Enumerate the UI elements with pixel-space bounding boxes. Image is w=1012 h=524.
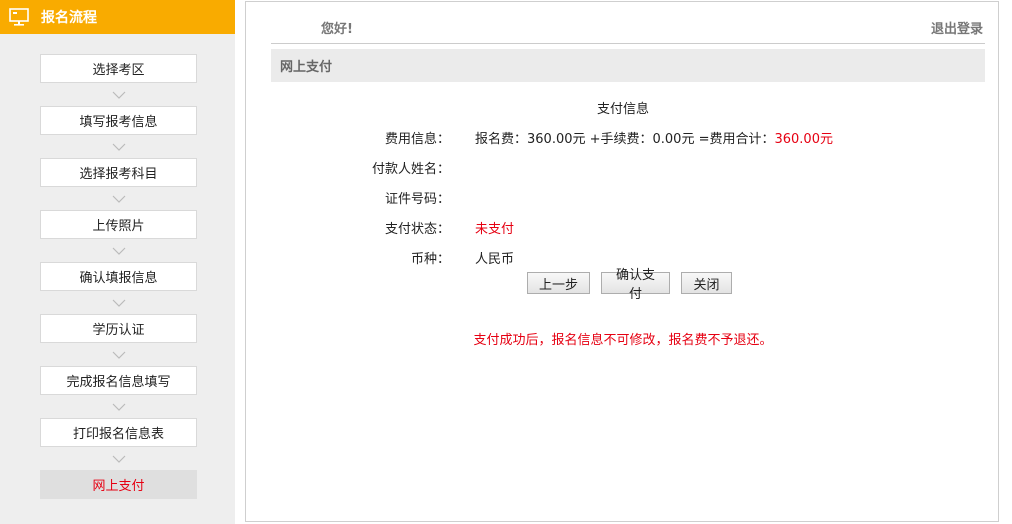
chevron-down-icon bbox=[40, 343, 197, 366]
step-confirm-info[interactable]: 确认填报信息 bbox=[40, 262, 197, 291]
step-print-form[interactable]: 打印报名信息表 bbox=[40, 418, 197, 447]
chevron-down-icon bbox=[40, 135, 197, 158]
step-online-payment[interactable]: 网上支付 bbox=[40, 470, 197, 499]
step-fill-exam-info[interactable]: 填写报考信息 bbox=[40, 106, 197, 135]
chevron-down-icon bbox=[40, 395, 197, 418]
greeting-text: 您好! bbox=[321, 22, 353, 37]
step-select-subjects[interactable]: 选择报考科目 bbox=[40, 158, 197, 187]
step-upload-photo[interactable]: 上传照片 bbox=[40, 210, 197, 239]
step-degree-verification[interactable]: 学历认证 bbox=[40, 314, 197, 343]
payment-info-title: 支付信息 bbox=[596, 102, 649, 117]
status-label: 支付状态： bbox=[384, 222, 450, 237]
currency-label: 币种： bbox=[410, 252, 450, 267]
confirm-payment-button[interactable]: 确认支付 bbox=[601, 268, 670, 302]
close-button[interactable]: 关闭 bbox=[681, 272, 732, 294]
step-complete-registration[interactable]: 完成报名信息填写 bbox=[40, 366, 197, 395]
payer-label: 付款人姓名： bbox=[371, 162, 450, 177]
fee-value: 报名费：360.00元 +手续费：0.00元 =费用合计：360.00元 bbox=[475, 128, 833, 147]
payer-row: 付款人姓名： bbox=[246, 158, 1000, 177]
chevron-down-icon bbox=[40, 239, 197, 262]
monitor-icon bbox=[9, 8, 29, 26]
sidebar: 报名流程 选择考区 填写报考信息 选择报考科目 上传照片 确认填报信息 学历认证… bbox=[0, 0, 235, 524]
logout-link[interactable]: 退出登录 bbox=[931, 18, 983, 37]
chevron-down-icon bbox=[40, 83, 197, 106]
section-title: 网上支付 bbox=[271, 49, 985, 82]
currency-value: 人民币 bbox=[475, 252, 515, 267]
status-value: 未支付 bbox=[475, 222, 515, 237]
id-label: 证件号码： bbox=[384, 192, 450, 207]
button-group: 上一步 确认支付 关闭 bbox=[527, 268, 732, 302]
step-list: 选择考区 填写报考信息 选择报考科目 上传照片 确认填报信息 学历认证 完成报名… bbox=[40, 54, 197, 499]
top-bar: 您好! 退出登录 bbox=[271, 2, 985, 44]
fee-label: 费用信息： bbox=[384, 132, 450, 147]
prev-step-button[interactable]: 上一步 bbox=[527, 272, 590, 294]
step-select-exam-area[interactable]: 选择考区 bbox=[40, 54, 197, 83]
fee-row: 费用信息： 报名费：360.00元 +手续费：0.00元 =费用合计：360.0… bbox=[246, 128, 1000, 147]
id-row: 证件号码： bbox=[246, 188, 1000, 207]
status-row: 支付状态： 未支付 bbox=[246, 218, 1000, 237]
chevron-down-icon bbox=[40, 447, 197, 470]
sidebar-header: 报名流程 bbox=[0, 0, 235, 34]
fee-breakdown: 报名费：360.00元 +手续费：0.00元 =费用合计： bbox=[475, 132, 775, 147]
payment-notice: 支付成功后，报名信息不可修改，报名费不予退还。 bbox=[473, 333, 773, 348]
sidebar-title: 报名流程 bbox=[41, 10, 97, 26]
chevron-down-icon bbox=[40, 291, 197, 314]
fee-total: 360.00元 bbox=[774, 132, 833, 147]
chevron-down-icon bbox=[40, 187, 197, 210]
main-panel: 您好! 退出登录 网上支付 支付信息 费用信息： 报名费：360.00元 +手续… bbox=[245, 1, 999, 522]
